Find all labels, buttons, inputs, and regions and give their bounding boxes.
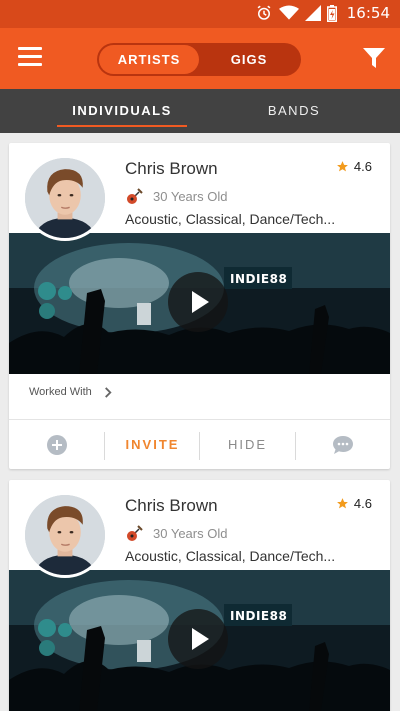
guitar-icon: [125, 186, 145, 206]
segment-artists[interactable]: ARTISTS: [99, 45, 199, 74]
play-icon[interactable]: [168, 609, 228, 669]
chat-bubble-icon: [333, 435, 353, 454]
chevron-right-icon: [104, 386, 112, 398]
plus-circle-icon: [46, 434, 67, 455]
age-text: 30 Years Old: [153, 188, 228, 204]
age-row: 30 Years Old: [125, 523, 227, 543]
signal-icon: [304, 5, 321, 21]
artist-name[interactable]: Chris Brown: [125, 159, 218, 179]
rating: 4.6: [336, 496, 372, 511]
alarm-icon: [257, 5, 271, 20]
avatar[interactable]: [22, 492, 108, 578]
tab-individuals[interactable]: INDIVIDUALS: [57, 89, 187, 133]
genres: Acoustic, Classical, Dance/Tech...: [125, 211, 336, 227]
rating: 4.6: [336, 159, 372, 174]
video-sign-text: INDIE88: [230, 609, 288, 623]
status-bar: 16:54: [0, 0, 400, 28]
segment-gigs[interactable]: GIGS: [199, 43, 299, 76]
play-icon[interactable]: [168, 272, 228, 332]
avatar[interactable]: [22, 155, 108, 241]
clock: 16:54: [346, 4, 390, 22]
tab-indicator: [57, 125, 187, 127]
card-actions: INVITE HIDE: [9, 420, 390, 469]
funnel-icon[interactable]: [362, 46, 386, 70]
rating-value: 4.6: [353, 159, 372, 174]
video-sign-text: INDIE88: [230, 272, 288, 286]
battery-icon: [326, 4, 337, 22]
worked-with-label: Worked With: [29, 386, 92, 398]
artist-card[interactable]: INDIE88 Chris Brown 4.6 30 Years Old Aco…: [9, 143, 390, 469]
tab-bands[interactable]: BANDS: [234, 89, 354, 133]
age-row: 30 Years Old: [125, 186, 227, 206]
invite-button[interactable]: INVITE: [105, 420, 200, 469]
menu-button[interactable]: [18, 47, 42, 69]
tab-bar: INDIVIDUALS BANDS: [0, 89, 400, 133]
star-icon: [336, 497, 349, 510]
tab-label: BANDS: [267, 103, 321, 118]
video-preview[interactable]: INDIE88: [9, 233, 390, 374]
hamburger-icon: [18, 47, 42, 50]
star-icon: [336, 160, 349, 173]
guitar-icon: [125, 523, 145, 543]
wifi-icon: [278, 5, 299, 20]
artist-card[interactable]: INDIE88 Chris Brown 4.6 30 Years Old Aco…: [9, 480, 390, 711]
rating-value: 4.6: [353, 496, 372, 511]
hide-button[interactable]: HIDE: [200, 420, 295, 469]
tab-label: INDIVIDUALS: [72, 103, 172, 118]
artist-name[interactable]: Chris Brown: [125, 496, 218, 516]
segment-control: ARTISTS GIGS: [97, 43, 301, 76]
app-bar: ARTISTS GIGS: [0, 28, 400, 89]
genres: Acoustic, Classical, Dance/Tech...: [125, 548, 336, 564]
worked-with-link[interactable]: Worked With: [29, 386, 112, 398]
video-preview[interactable]: INDIE88: [9, 570, 390, 711]
message-button[interactable]: [296, 420, 390, 469]
add-button[interactable]: [9, 420, 104, 469]
age-text: 30 Years Old: [153, 525, 228, 541]
